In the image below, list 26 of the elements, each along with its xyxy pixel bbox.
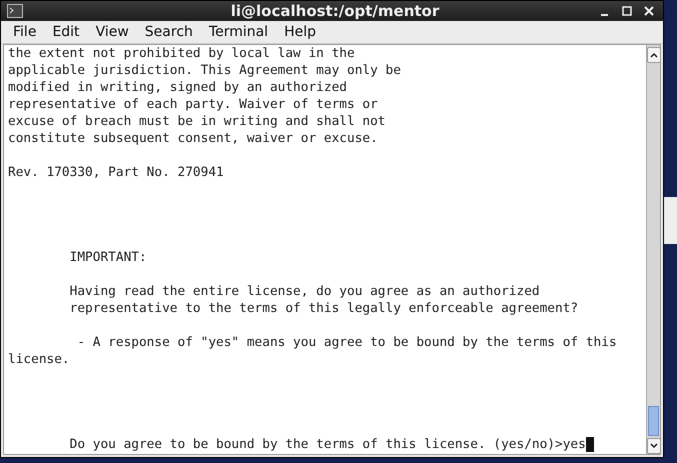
maximize-icon[interactable] [621, 5, 633, 17]
terminal-line: Rev. 170330, Part No. 270941 [8, 164, 225, 181]
prompt-line: Do you agree to be bound by the terms of this license. (yes/no)>yes [68, 436, 586, 453]
terminal-line: applicable jurisdiction. This Agreement may only be [8, 62, 402, 79]
terminal-line: constitute subsequent consent, waiver or excuse. [8, 130, 379, 147]
menu-item[interactable]: Terminal [200, 22, 276, 42]
menu-item[interactable]: File [5, 22, 44, 42]
close-icon[interactable] [643, 5, 655, 17]
menu-item[interactable]: Help [276, 22, 324, 42]
terminal-line: license. [8, 351, 71, 368]
terminal-line: IMPORTANT: [68, 249, 148, 266]
window-title: li@localhost:/opt/mentor [230, 2, 440, 20]
terminal-line: representative to the terms of this legally enforceable agreement? [68, 300, 580, 317]
terminal-line: Having read the entire license, do you agree as an authorized [68, 283, 541, 300]
text-cursor [586, 437, 594, 452]
terminal-icon [7, 4, 23, 18]
menu-item[interactable]: Search [136, 22, 201, 42]
menu-item[interactable]: Edit [44, 22, 88, 42]
scrollbar[interactable] [646, 45, 660, 454]
terminal-line: the extent not prohibited by local law in the [8, 45, 356, 62]
scrollbar-thumb[interactable] [648, 406, 659, 436]
terminal-line: - A response of "yes" means you agree to be bound by the terms of this [76, 334, 618, 351]
menu-item[interactable]: View [88, 22, 137, 42]
terminal-line: modified in writing, signed by an authorized [8, 79, 348, 96]
terminal-line: excuse of breach must be in writing and shall not [8, 113, 387, 130]
terminal-line: representative of each party. Waiver of terms or [8, 96, 379, 113]
